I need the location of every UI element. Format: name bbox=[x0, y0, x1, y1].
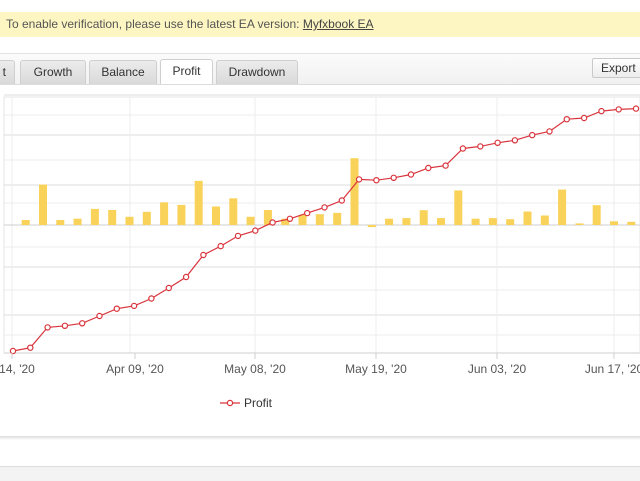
tab-growth[interactable]: Growth bbox=[20, 60, 86, 84]
profit-bar bbox=[610, 221, 618, 225]
profit-bar bbox=[177, 204, 186, 225]
x-tick-label: Apr 09, '20 bbox=[106, 362, 164, 376]
profit-point bbox=[407, 171, 415, 178]
profit-point bbox=[217, 242, 224, 250]
profit-bar bbox=[142, 211, 151, 225]
profit-point bbox=[182, 273, 190, 281]
profit-bar bbox=[194, 180, 203, 225]
myfxbook-ea-link[interactable]: Myfxbook EA bbox=[303, 17, 374, 31]
profit-bar bbox=[315, 214, 324, 225]
x-tick-label: Jun 17, '20 bbox=[585, 362, 640, 376]
profit-point bbox=[598, 107, 605, 115]
profit-point bbox=[563, 116, 571, 123]
chart-tabs-bar: t Growth Balance Profit Drawdown Export bbox=[0, 54, 640, 84]
tab-profit[interactable]: Profit bbox=[160, 59, 213, 84]
profit-bar bbox=[108, 210, 117, 225]
profit-bar bbox=[160, 202, 169, 225]
x-tick-label: May 08, '20 bbox=[224, 362, 286, 376]
profit-chart-panel: n 14, '20 Apr 09, '20 May 08, '20 May 19, '… bbox=[0, 84, 640, 437]
profit-bar bbox=[575, 223, 584, 225]
verification-notice: To enable verification, please use the l… bbox=[0, 12, 640, 37]
profit-point bbox=[321, 204, 328, 211]
profit-bar bbox=[627, 221, 636, 225]
x-axis-ticks: n 14, '20 Apr 09, '20 May 08, '20 May 19, '… bbox=[0, 353, 640, 376]
profit-point bbox=[355, 176, 363, 183]
profit-point bbox=[442, 162, 449, 169]
profit-bar bbox=[419, 210, 428, 225]
profit-point bbox=[27, 344, 34, 351]
x-tick-label: n 14, '20 bbox=[0, 362, 35, 376]
profit-point bbox=[615, 106, 622, 113]
profit-bar bbox=[39, 184, 47, 225]
bottom-panel bbox=[0, 466, 640, 481]
profit-point bbox=[96, 312, 103, 320]
profit-point bbox=[494, 139, 501, 147]
profit-line-series bbox=[9, 105, 640, 355]
chart-legend[interactable]: Profit bbox=[220, 396, 273, 410]
profit-bar bbox=[506, 219, 515, 225]
profit-bar bbox=[21, 220, 30, 225]
profit-bar bbox=[454, 190, 463, 225]
profit-point bbox=[148, 295, 155, 302]
x-tick-label: Jun 03, '20 bbox=[468, 362, 527, 376]
profit-point bbox=[44, 324, 51, 331]
profit-bar bbox=[212, 206, 220, 225]
profit-point bbox=[459, 145, 467, 152]
profit-bar bbox=[523, 211, 532, 225]
profit-bar bbox=[402, 218, 411, 225]
legend-point-marker bbox=[226, 399, 234, 407]
tab-partial[interactable]: t bbox=[0, 60, 15, 84]
profit-bar bbox=[90, 208, 99, 225]
tab-drawdown[interactable]: Drawdown bbox=[216, 60, 298, 84]
profit-bar bbox=[298, 215, 307, 225]
profit-bar bbox=[558, 189, 567, 225]
profit-point bbox=[477, 143, 484, 150]
profit-point bbox=[304, 209, 311, 217]
profit-point bbox=[200, 251, 207, 259]
profit-point bbox=[130, 302, 138, 310]
profit-point bbox=[9, 347, 17, 355]
profit-bar bbox=[367, 225, 376, 228]
profit-point bbox=[529, 131, 536, 139]
legend-label-profit: Profit bbox=[244, 396, 273, 410]
profit-bar bbox=[488, 218, 497, 225]
export-button[interactable]: Export bbox=[592, 58, 640, 78]
notice-text: To enable verification, please use the l… bbox=[6, 17, 303, 31]
profit-bar bbox=[73, 218, 82, 225]
profit-bar bbox=[592, 205, 601, 225]
profit-bar bbox=[437, 218, 445, 225]
profit-point bbox=[252, 227, 259, 234]
profit-bar bbox=[540, 215, 549, 225]
profit-bar bbox=[56, 220, 65, 225]
profit-point bbox=[511, 137, 519, 144]
tab-balance[interactable]: Balance bbox=[89, 60, 157, 84]
profit-point bbox=[390, 174, 397, 182]
profit-bar bbox=[246, 216, 255, 225]
profit-point bbox=[373, 176, 380, 184]
profit-point bbox=[338, 197, 345, 204]
profit-point bbox=[269, 219, 276, 226]
profit-point bbox=[113, 305, 121, 312]
profit-point bbox=[234, 232, 242, 240]
profit-bar bbox=[385, 218, 394, 225]
panel-shadow bbox=[0, 436, 640, 440]
profit-point bbox=[165, 284, 172, 292]
profit-point bbox=[580, 114, 588, 122]
profit-bar bbox=[471, 218, 480, 225]
profit-point bbox=[632, 105, 640, 112]
profit-point bbox=[78, 320, 86, 327]
x-tick-label: May 19, '20 bbox=[345, 362, 407, 376]
profit-bar bbox=[333, 212, 342, 225]
profit-bar bbox=[350, 158, 359, 225]
profit-bar bbox=[125, 216, 134, 225]
profit-point bbox=[425, 164, 432, 172]
profit-point bbox=[286, 215, 294, 222]
profit-chart: n 14, '20 Apr 09, '20 May 08, '20 May 19, '… bbox=[0, 94, 640, 410]
profit-bar bbox=[229, 198, 238, 225]
profit-point bbox=[61, 322, 69, 329]
profit-bars bbox=[21, 158, 636, 228]
profit-point bbox=[546, 128, 553, 135]
